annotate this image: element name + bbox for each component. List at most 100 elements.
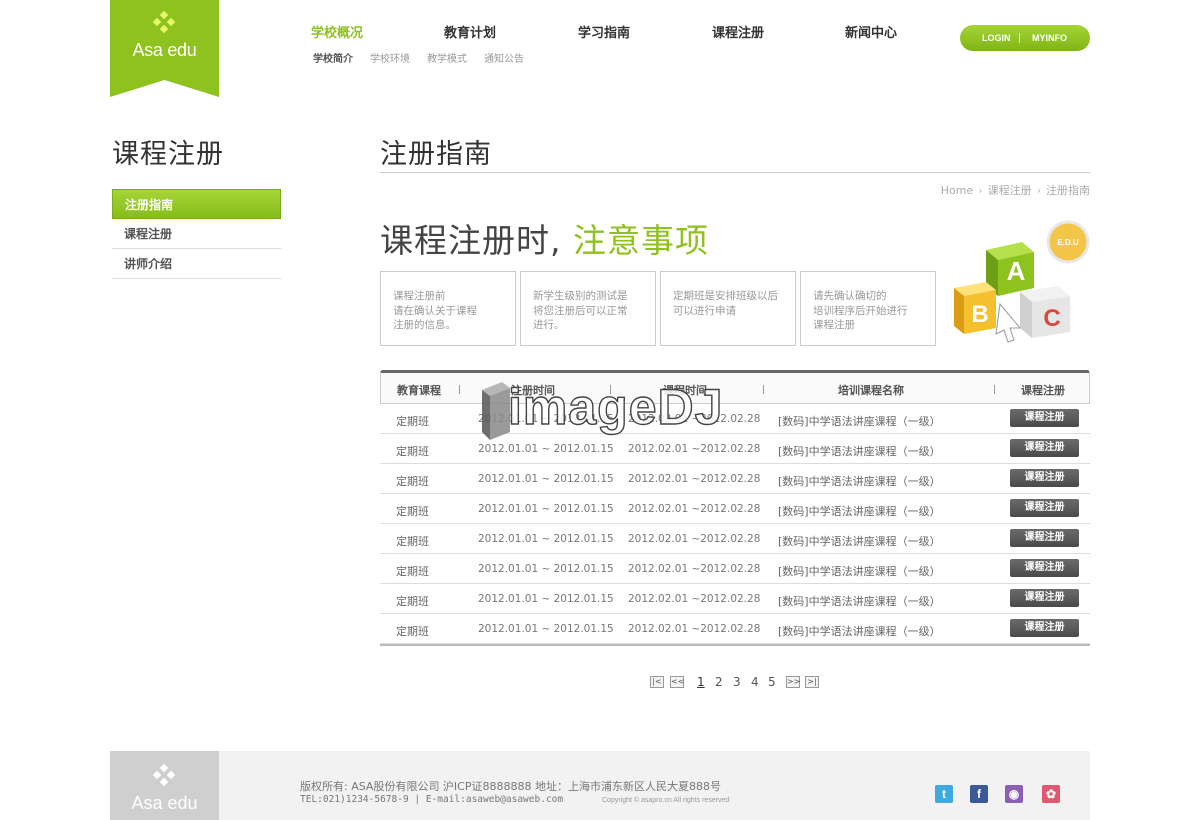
block-letter-a: A [1007, 256, 1026, 286]
page-title: 注册指南 [380, 139, 492, 170]
next-page-icon[interactable]: >> [786, 676, 800, 688]
sidebar-item-registration-guide[interactable]: 注册指南 [112, 189, 281, 219]
cell-class-period: 2012.02.01 ~2012.02.28 [628, 413, 761, 425]
notice-line: 请在确认关于课程 [393, 304, 477, 317]
logo[interactable]: Asa edu [110, 0, 219, 97]
register-button[interactable]: 课程注册 [1010, 589, 1079, 607]
breadcrumb-course-registration[interactable]: 课程注册 [988, 184, 1032, 197]
notice-line: 课程注册前 [393, 290, 446, 302]
headline-green: 注意事项 [573, 221, 709, 260]
cell-class-period: 2012.02.01 ~2012.02.28 [628, 443, 761, 455]
subnav-item-school-intro[interactable]: 学校简介 [313, 50, 353, 65]
twitter-icon[interactable]: t [935, 785, 953, 803]
first-page-icon[interactable]: |< [650, 676, 664, 688]
cell-registration-period: 2012.01.01 ~ 2012.01.15 [478, 593, 614, 605]
cell-class-period: 2012.02.01 ~2012.02.28 [628, 623, 761, 635]
page-number[interactable]: 5 [768, 675, 776, 689]
footer-logo-text: Asa edu [131, 793, 198, 813]
page-number[interactable]: 1 [697, 675, 705, 689]
nav-item-study-guide[interactable]: 学习指南 [578, 22, 630, 41]
breadcrumb-home[interactable]: Home [941, 184, 973, 197]
chat-icon[interactable]: ◉ [1005, 785, 1023, 803]
notice-box: 新学生级别的测试是 将您注册后可以正常 进行。 [520, 271, 656, 346]
cell-registration-period: 2012.01.01 ~ 2012.01.15 [478, 563, 614, 575]
logo-text: Asa edu [132, 40, 197, 60]
table-header: 教育课程 注册时间 课程时间 培训课程名称 课程注册 [380, 370, 1090, 404]
breadcrumb: Home › 课程注册 › 注册指南 [941, 182, 1090, 198]
chevron-right-icon: › [1036, 184, 1041, 197]
block-letter-c: C [1043, 305, 1060, 332]
sidebar-item-instructors[interactable]: 讲师介绍 [112, 249, 281, 279]
column-divider [763, 385, 764, 394]
cell-class-period: 2012.02.01 ~2012.02.28 [628, 593, 761, 605]
register-button[interactable]: 课程注册 [1010, 529, 1079, 547]
table-row: 定期班 2012.01.01 ~ 2012.01.15 2012.02.01 ~… [380, 554, 1090, 584]
notice-line: 新学生级别的测试是 [533, 290, 628, 302]
cell-course-name: [数码]中学语法讲座课程（一级） [778, 505, 941, 518]
title-divider [380, 172, 1090, 173]
cell-course: 定期班 [396, 475, 429, 488]
column-header-course: 教育课程 [397, 384, 441, 397]
cell-course: 定期班 [396, 625, 429, 638]
chevron-right-icon: › [978, 184, 983, 197]
subnav-item-school-environment[interactable]: 学校环境 [370, 50, 410, 65]
table-row: 定期班 2012.01.01 ~ 2012.01.15 2012.02.01 ~… [380, 494, 1090, 524]
notice-box: 定期班是安排班级以后 可以进行申请 [660, 271, 796, 346]
nav-item-education-plan[interactable]: 教育计划 [444, 22, 496, 41]
cell-class-period: 2012.02.01 ~2012.02.28 [628, 563, 761, 575]
nav-item-course-registration[interactable]: 课程注册 [712, 22, 764, 41]
notice-box: 课程注册前 请在确认关于课程 注册的信息。 [380, 271, 516, 346]
notice-line: 注册的信息。 [393, 319, 456, 331]
column-header-registration-period: 注册时间 [511, 384, 555, 397]
footer: Asa edu 版权所有: ASA股份有限公司 沪ICP证8888888 地址：… [110, 751, 1090, 820]
subnav-item-announcements[interactable]: 通知公告 [484, 50, 524, 65]
myinfo-link[interactable]: MYINFO [1032, 33, 1067, 43]
notice-line: 将您注册后可以正常 [533, 304, 628, 317]
column-header-class-period: 课程时间 [663, 384, 707, 397]
register-button[interactable]: 课程注册 [1010, 409, 1079, 427]
register-button[interactable]: 课程注册 [1010, 619, 1079, 637]
notice-box: 请先确认确切的 培训程序后开始进行 课程注册 [800, 271, 936, 346]
facebook-icon[interactable]: f [970, 785, 988, 803]
column-divider [610, 385, 611, 394]
register-button[interactable]: 课程注册 [1010, 559, 1079, 577]
login-link[interactable]: LOGIN [982, 33, 1011, 43]
register-button[interactable]: 课程注册 [1010, 499, 1079, 517]
block-letter-b: B [971, 301, 988, 328]
register-button[interactable]: 课程注册 [1010, 439, 1079, 457]
notice-line: 请先确认确切的 [813, 290, 887, 302]
cell-course: 定期班 [396, 565, 429, 578]
table-footer-rule [380, 644, 1090, 646]
cell-course: 定期班 [396, 445, 429, 458]
notice-line: 定期班是安排班级以后 [673, 290, 778, 302]
last-page-icon[interactable]: >| [805, 676, 819, 688]
cell-course-name: [数码]中学语法讲座课程（一级） [778, 475, 941, 488]
page-number[interactable]: 4 [751, 675, 759, 689]
cell-course-name: [数码]中学语法讲座课程（一级） [778, 595, 941, 608]
table-row: 定期班 2012.01.01 ~ 2012.01.15 2012.02.01 ~… [380, 404, 1090, 434]
cell-course-name: [数码]中学语法讲座课程（一级） [778, 445, 941, 458]
footer-logo[interactable]: Asa edu [110, 751, 219, 820]
cell-class-period: 2012.02.01 ~2012.02.28 [628, 473, 761, 485]
sidebar-menu: 注册指南 课程注册 讲师介绍 [112, 189, 281, 279]
course-registration-table: 教育课程 注册时间 课程时间 培训课程名称 课程注册 定期班 2012.01.0… [380, 370, 1090, 646]
column-divider [459, 385, 460, 394]
edu-badge-text: E.D.U [1057, 238, 1079, 247]
register-button[interactable]: 课程注册 [1010, 469, 1079, 487]
sidebar-item-course-registration[interactable]: 课程注册 [112, 219, 281, 249]
blog-icon[interactable]: ✿ [1042, 785, 1060, 803]
cell-registration-period: 2012.01.01 ~ 2012.01.15 [478, 413, 614, 425]
column-divider [994, 385, 995, 394]
column-header-register: 课程注册 [1021, 384, 1065, 397]
notice-line: 进行。 [533, 319, 565, 331]
sidebar-title: 课程注册 [112, 139, 224, 170]
nav-item-news-center[interactable]: 新闻中心 [845, 22, 897, 41]
cell-course-name: [数码]中学语法讲座课程（一级） [778, 415, 941, 428]
page-number[interactable]: 3 [733, 675, 741, 689]
cell-course: 定期班 [396, 595, 429, 608]
nav-item-school-overview[interactable]: 学校概况 [311, 22, 363, 41]
previous-page-icon[interactable]: << [670, 676, 684, 688]
page-number[interactable]: 2 [715, 675, 723, 689]
subnav-item-teaching-mode[interactable]: 教学模式 [427, 50, 467, 65]
cell-course: 定期班 [396, 505, 429, 518]
